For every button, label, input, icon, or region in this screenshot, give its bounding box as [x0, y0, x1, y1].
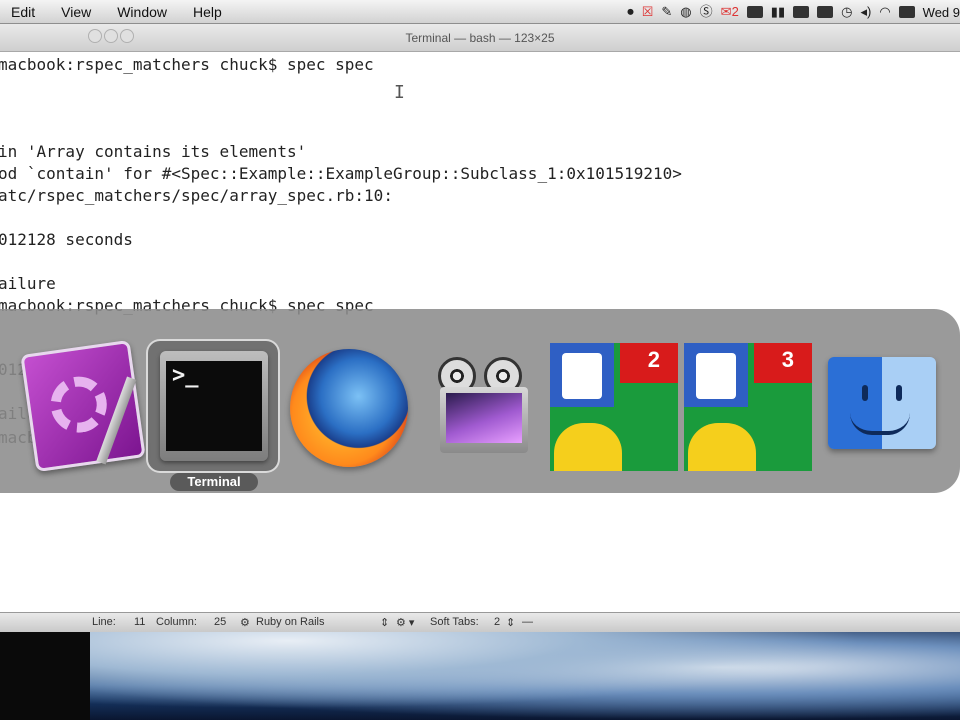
close-box-icon[interactable]: ☒	[642, 0, 654, 24]
switcher-app-editor[interactable]	[20, 339, 156, 473]
terminal-line: 012128 seconds	[0, 230, 133, 249]
switcher-app-firefox[interactable]	[280, 339, 414, 473]
menu-edit[interactable]: Edit	[0, 4, 48, 20]
terminal-line: od `contain' for #<Spec::Example::Exampl…	[0, 164, 682, 183]
volume-icon[interactable]: ◂)	[860, 0, 871, 24]
terminal-line: in 'Array contains its elements'	[0, 142, 307, 161]
notification-badge: 2	[647, 347, 660, 372]
selected-app-label: Terminal	[170, 473, 258, 491]
google-notifier-icon: 2	[550, 343, 678, 471]
google-notifier-icon: 3	[684, 343, 812, 471]
monitor-icon	[440, 387, 528, 453]
signal-bars-icon[interactable]: ▮▮	[771, 0, 785, 24]
symbol-menu-icon[interactable]: —	[522, 616, 533, 628]
mail-count: 2	[731, 4, 739, 19]
desktop-background	[0, 632, 960, 720]
screenflow-icon	[434, 357, 534, 457]
terminal-line: macbook:rspec_matchers chuck$ spec spec	[0, 55, 374, 74]
status-circle-icon[interactable]: ◍	[680, 0, 691, 24]
menu-window[interactable]: Window	[104, 4, 180, 20]
gmail-icon[interactable]: ✉2	[721, 0, 739, 24]
finder-smile	[850, 413, 910, 435]
app-menus: Edit View Window Help	[0, 4, 235, 20]
pin-icon[interactable]: ✎	[661, 0, 672, 24]
terminal-icon-screen: >_	[166, 361, 262, 451]
gear-menu-icon[interactable]: ⚙ ▾	[396, 616, 414, 629]
soft-tabs-label: Soft Tabs:	[430, 616, 479, 628]
desktop-dark-edge	[0, 632, 90, 720]
menu-help[interactable]: Help	[180, 4, 235, 20]
terminal-prompt: >_	[172, 363, 199, 388]
textmate-editor-icon	[20, 339, 146, 473]
wifi-icon[interactable]: ◠	[879, 0, 890, 24]
updown-icon[interactable]: ⇕	[380, 616, 389, 629]
tabs-updown-icon[interactable]: ⇕	[506, 616, 515, 629]
settings-gear-icon[interactable]: ⚙	[240, 616, 250, 629]
switcher-app-terminal[interactable]: >_	[146, 339, 280, 473]
menu-view[interactable]: View	[48, 4, 104, 20]
firefox-icon	[290, 349, 408, 467]
language-selector[interactable]: Ruby on Rails	[256, 616, 324, 628]
column-label: Column:	[156, 616, 197, 628]
soft-tabs-value[interactable]: 2	[494, 616, 500, 628]
terminal-line: atc/rspec_matchers/spec/array_spec.rb:10…	[0, 186, 393, 205]
display-icon[interactable]	[746, 6, 763, 18]
switcher-app-google-notifier-1[interactable]: 2	[544, 339, 678, 473]
status-menus: ⏺ ☒ ✎ ◍ Ⓢ ✉2 ▮▮ ◷ ◂) ◠ Wed 9	[627, 0, 960, 24]
app-switcher: >_ 2 3 Terminal	[0, 309, 960, 493]
bag-icon[interactable]	[817, 6, 834, 18]
terminal-line: ailure	[0, 274, 56, 293]
column-value: 25	[214, 616, 227, 628]
text-cursor-icon: I	[394, 82, 405, 103]
keyboard-icon[interactable]	[898, 6, 915, 18]
editor-status-bar: Line: 11 Column: 25 ⚙ Ruby on Rails ⇕ ⚙ …	[0, 612, 960, 632]
window-title: Terminal — bash — 123×25	[405, 31, 555, 45]
switcher-app-finder[interactable]	[816, 339, 950, 473]
terminal-icon: >_	[160, 351, 268, 461]
finder-eye	[896, 385, 902, 401]
line-value: 11	[134, 616, 146, 628]
gear-icon	[47, 372, 111, 437]
line-label: Line:	[92, 616, 116, 628]
switcher-app-screenflow[interactable]	[414, 339, 548, 473]
battery-icon[interactable]	[793, 6, 810, 18]
finder-eye	[862, 385, 868, 401]
menu-bar: Edit View Window Help ⏺ ☒ ✎ ◍ Ⓢ ✉2 ▮▮ ◷ …	[0, 0, 960, 24]
notification-badge: 3	[781, 347, 794, 372]
skype-icon[interactable]: Ⓢ	[700, 0, 713, 24]
switcher-app-google-notifier-2[interactable]: 3	[678, 339, 812, 473]
clock-icon[interactable]: ◷	[841, 0, 852, 24]
menu-clock[interactable]: Wed 9	[923, 5, 960, 20]
terminal-titlebar[interactable]: Terminal — bash — 123×25	[0, 24, 960, 52]
record-icon[interactable]: ⏺	[627, 0, 634, 24]
finder-icon	[828, 357, 936, 449]
